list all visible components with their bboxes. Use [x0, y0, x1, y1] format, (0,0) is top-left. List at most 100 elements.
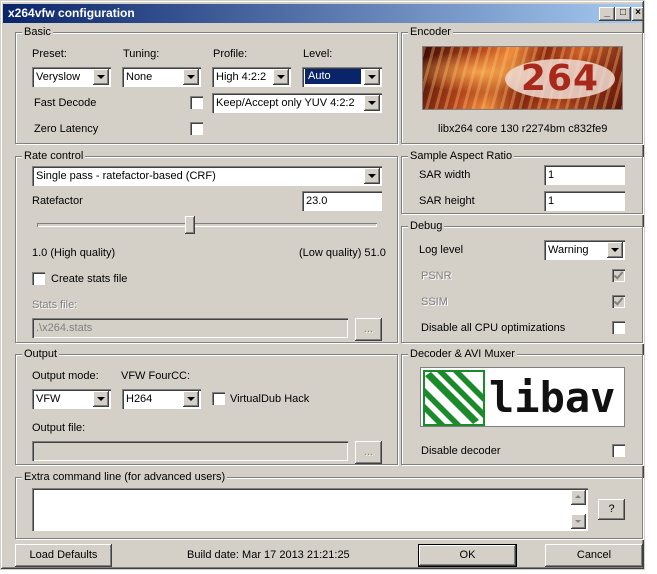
zero-latency-label: Zero Latency	[34, 123, 99, 135]
profile-select[interactable]: High 4:2:2	[212, 67, 291, 87]
create-stats-checkbox[interactable]	[32, 272, 45, 285]
close-button[interactable]: ×	[632, 7, 644, 21]
sar-width-value: 1	[548, 169, 555, 181]
decoder-group-title: Decoder & AVI Muxer	[408, 347, 517, 361]
output-mode-label: Output mode:	[32, 370, 99, 382]
minimize-icon: _	[604, 7, 610, 18]
minimize-button[interactable]: _	[599, 7, 615, 21]
rate-control-mode-select[interactable]: Single pass - ratefactor-based (CRF)	[32, 166, 382, 186]
cancel-button[interactable]: Cancel	[545, 544, 643, 567]
stats-file-browse-button[interactable]: ...	[355, 318, 382, 341]
vdub-hack-checkbox[interactable]	[212, 392, 225, 405]
chevron-down-icon[interactable]	[93, 69, 109, 85]
fourcc-value: H264	[126, 393, 153, 405]
chevron-down-icon[interactable]	[607, 242, 623, 258]
sar-width-input[interactable]: 1	[544, 165, 625, 185]
stats-file-input[interactable]: .\x264.stats	[32, 318, 348, 338]
level-value: Auto	[305, 69, 361, 84]
colorspace-value: Keep/Accept only YUV 4:2:2	[216, 97, 355, 109]
zero-latency-checkbox[interactable]	[190, 122, 203, 135]
slider-min-label: 1.0 (High quality)	[32, 247, 116, 259]
stats-file-label: Stats file:	[32, 299, 78, 311]
basic-group-title: Basic	[22, 25, 53, 39]
vdub-hack-label: VirtualDub Hack	[230, 393, 310, 405]
help-button[interactable]: ?	[598, 499, 625, 520]
ssim-label: SSIM	[421, 296, 448, 308]
tuning-select[interactable]: None	[122, 67, 201, 87]
tuning-value: None	[126, 71, 153, 83]
profile-value: High 4:2:2	[216, 71, 267, 83]
preset-select[interactable]: Veryslow	[32, 67, 111, 87]
psnr-checkbox[interactable]	[612, 269, 625, 282]
libav-logo: libav	[420, 367, 625, 427]
maximize-icon: □	[619, 7, 627, 18]
window-title: x264vfw configuration	[8, 6, 135, 20]
x264vfw-config-window: x264vfw configuration _ □ × Basic Preset…	[0, 0, 645, 570]
log-level-select[interactable]: Warning	[544, 240, 625, 260]
encoder-group-title: Encoder	[408, 25, 453, 39]
fourcc-label: VFW FourCC:	[121, 370, 191, 382]
chevron-down-icon[interactable]	[183, 391, 199, 407]
stats-file-value: .\x264.stats	[36, 322, 93, 334]
chevron-down-icon[interactable]	[364, 69, 380, 85]
disable-decoder-checkbox[interactable]	[612, 444, 625, 457]
sar-height-input[interactable]: 1	[544, 191, 625, 211]
level-label: Level:	[303, 48, 333, 60]
colorspace-select[interactable]: Keep/Accept only YUV 4:2:2	[212, 93, 382, 113]
scroll-up-button[interactable]	[571, 490, 586, 505]
psnr-label: PSNR	[421, 270, 452, 282]
libav-logo-text: libav	[489, 373, 616, 422]
x264-logo-text: 264	[520, 58, 600, 99]
title-bar[interactable]: x264vfw configuration	[3, 4, 642, 23]
ssim-checkbox[interactable]	[612, 295, 625, 308]
maximize-button[interactable]: □	[615, 7, 631, 21]
output-file-input[interactable]	[32, 441, 348, 461]
debug-group-title: Debug	[408, 219, 445, 233]
tuning-label: Tuning:	[123, 48, 160, 60]
log-level-value: Warning	[548, 244, 589, 256]
fourcc-select[interactable]: H264	[122, 389, 201, 409]
extra-cmdline-textarea[interactable]	[32, 488, 588, 531]
build-date: Build date: Mar 17 2013 21:21:25	[187, 549, 350, 561]
rate-control-mode-value: Single pass - ratefactor-based (CRF)	[36, 170, 216, 182]
output-group-title: Output	[22, 347, 60, 361]
encoder-version: libx264 core 130 r2274bm c832fe9	[438, 123, 608, 135]
disable-cpu-checkbox[interactable]	[612, 321, 625, 334]
output-file-label: Output file:	[32, 422, 86, 434]
scroll-down-button[interactable]	[571, 514, 586, 529]
x264-logo: 264	[422, 46, 623, 110]
chevron-down-icon[interactable]	[183, 69, 199, 85]
level-select[interactable]: Auto	[302, 67, 382, 87]
sar-height-value: 1	[548, 195, 555, 207]
profile-label: Profile:	[213, 48, 248, 60]
chevron-down-icon[interactable]	[364, 95, 380, 111]
sar-width-label: SAR width	[419, 169, 471, 181]
output-file-browse-button[interactable]: ...	[355, 441, 382, 464]
rate-control-group-title: Rate control	[22, 149, 86, 163]
chevron-down-icon[interactable]	[364, 168, 380, 184]
ratefactor-slider-thumb[interactable]	[185, 216, 195, 234]
output-mode-value: VFW	[36, 393, 61, 405]
output-mode-select[interactable]: VFW	[32, 389, 111, 409]
ratefactor-slider-track[interactable]	[37, 223, 377, 227]
fast-decode-label: Fast Decode	[34, 97, 97, 109]
chevron-down-icon[interactable]	[93, 391, 109, 407]
ratefactor-label: Ratefactor	[32, 195, 83, 207]
ratefactor-value: 23.0	[306, 195, 328, 207]
sar-height-label: SAR height	[419, 195, 475, 207]
log-level-label: Log level	[419, 244, 464, 256]
disable-cpu-label: Disable all CPU optimizations	[421, 322, 566, 334]
chevron-down-icon[interactable]	[273, 69, 289, 85]
ratefactor-input[interactable]: 23.0	[302, 191, 382, 211]
load-defaults-button[interactable]: Load Defaults	[15, 544, 112, 567]
close-icon: ×	[635, 7, 641, 18]
sar-group-title: Sample Aspect Ratio	[408, 149, 515, 163]
ok-button[interactable]: OK	[418, 544, 517, 567]
create-stats-label: Create stats file	[51, 273, 128, 285]
slider-max-label: (Low quality) 51.0	[299, 247, 386, 259]
preset-label: Preset:	[32, 48, 67, 60]
disable-decoder-label: Disable decoder	[421, 445, 501, 457]
preset-value: Veryslow	[36, 71, 81, 83]
fast-decode-checkbox[interactable]	[190, 96, 203, 109]
libav-emblem-icon	[423, 370, 485, 426]
